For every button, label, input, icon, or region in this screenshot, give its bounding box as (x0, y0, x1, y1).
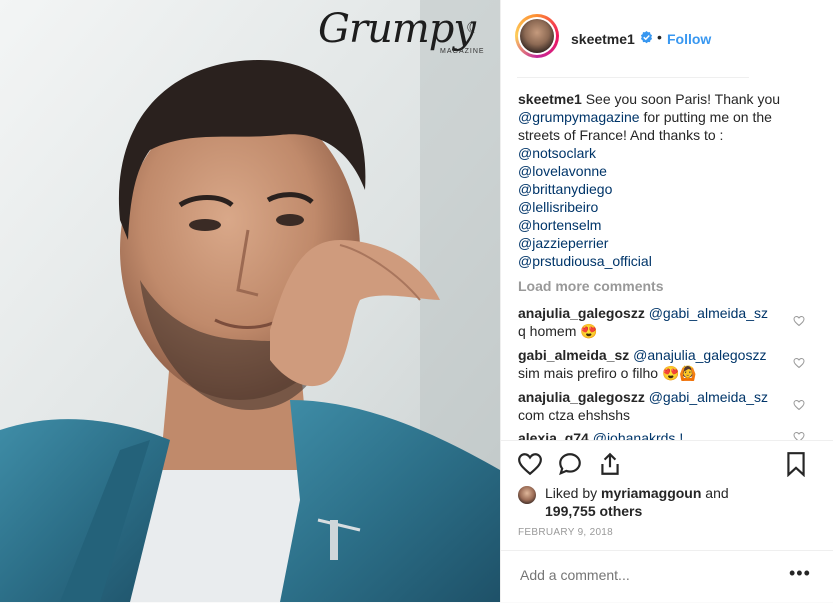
more-options-icon[interactable]: ••• (789, 563, 811, 584)
caption-mention-item[interactable]: @hortenselm (518, 216, 803, 234)
caption-username[interactable]: skeetme1 (518, 91, 582, 107)
liked-by-prefix: Liked by (545, 485, 598, 501)
caption-mention-item[interactable]: @notsoclark (518, 144, 803, 162)
comment-text: com ctza ehshshs (518, 407, 631, 423)
separator-dot: • (657, 29, 662, 45)
post-photo[interactable]: Grumpy ☾ MAGAZINE (0, 0, 500, 602)
header-divider (517, 77, 749, 78)
comment-mention[interactable]: @anajulia_galegoszz (633, 347, 766, 363)
comment-text: sim mais prefiro o filho (518, 365, 659, 381)
magazine-logo-sub: MAGAZINE (440, 48, 485, 55)
verified-badge-icon (640, 31, 653, 44)
comment-mention[interactable]: @gabi_almeida_sz (649, 389, 768, 405)
caption-mention-item[interactable]: @lovelavonne (518, 162, 803, 180)
comment-username[interactable]: alexia_g74 (518, 430, 589, 440)
instagram-post: Grumpy ☾ MAGAZINE skeetme1 • Follow skee… (0, 0, 833, 602)
comment-text: q homem (518, 323, 577, 339)
like-comment-heart-icon[interactable] (793, 357, 805, 369)
portrait-illustration (0, 0, 500, 602)
like-comment-heart-icon[interactable] (793, 315, 805, 327)
add-comment-bar: ••• (501, 550, 833, 603)
likes-count[interactable]: 199,755 others (545, 502, 642, 520)
liked-by-and: and (705, 485, 729, 501)
caption-mention-item[interactable]: @jazzieperrier (518, 234, 803, 252)
caption-mention-item[interactable]: @lellisribeiro (518, 198, 803, 216)
post-date[interactable]: FEBRUARY 9, 2018 (518, 527, 613, 538)
header-username[interactable]: skeetme1 (571, 31, 635, 47)
post-caption: skeetme1 See you soon Paris! Thank you @… (518, 90, 803, 270)
post-sidebar: skeetme1 • Follow skeetme1 See you soon … (500, 0, 833, 602)
avatar (518, 17, 556, 55)
liked-by-user[interactable]: myriamaggoun (601, 485, 701, 501)
liked-by-line: Liked by myriamaggoun and (545, 484, 729, 502)
comment-username[interactable]: anajulia_galegoszz (518, 305, 645, 321)
comment-emoji: 😍🙆 (661, 365, 697, 381)
post-header: skeetme1 • Follow (501, 0, 833, 77)
comment-item: anajulia_galegoszz @gabi_almeida_sz com … (518, 388, 788, 424)
moon-icon: ☾ (466, 20, 481, 37)
comment-bubble-icon[interactable] (557, 451, 583, 477)
magazine-logo-text: Grumpy (318, 6, 476, 52)
comment-item: gabi_almeida_sz @anajulia_galegoszz sim … (518, 346, 788, 382)
comment-item: anajulia_galegoszz @gabi_almeida_sz q ho… (518, 304, 788, 340)
comment-item: alexia_g74 @iohanakrds ! (518, 429, 788, 440)
like-heart-icon[interactable] (517, 451, 543, 477)
caption-text: See you soon Paris! Thank you (585, 91, 781, 107)
like-comment-heart-icon[interactable] (793, 399, 805, 411)
follow-button[interactable]: Follow (667, 31, 711, 47)
caption-mention-item[interactable]: @prstudiousa_official (518, 252, 803, 270)
comment-mention[interactable]: @gabi_almeida_sz (649, 305, 768, 321)
caption-mention[interactable]: @grumpymagazine (518, 109, 640, 125)
story-ring[interactable] (515, 14, 559, 58)
load-more-comments[interactable]: Load more comments (518, 278, 663, 294)
like-comment-heart-icon[interactable] (793, 431, 805, 440)
avatar-image (520, 19, 554, 53)
liker-avatar[interactable] (518, 486, 536, 504)
bookmark-icon[interactable] (783, 451, 809, 477)
caption-mention-item[interactable]: @brittanydiego (518, 180, 803, 198)
add-comment-input[interactable] (518, 566, 772, 584)
share-icon[interactable] (597, 451, 623, 477)
comment-emoji: 😍 (580, 323, 598, 339)
comment-mention[interactable]: @iohanakrds ! (593, 430, 683, 440)
comment-username[interactable]: anajulia_galegoszz (518, 389, 645, 405)
comment-username[interactable]: gabi_almeida_sz (518, 347, 629, 363)
